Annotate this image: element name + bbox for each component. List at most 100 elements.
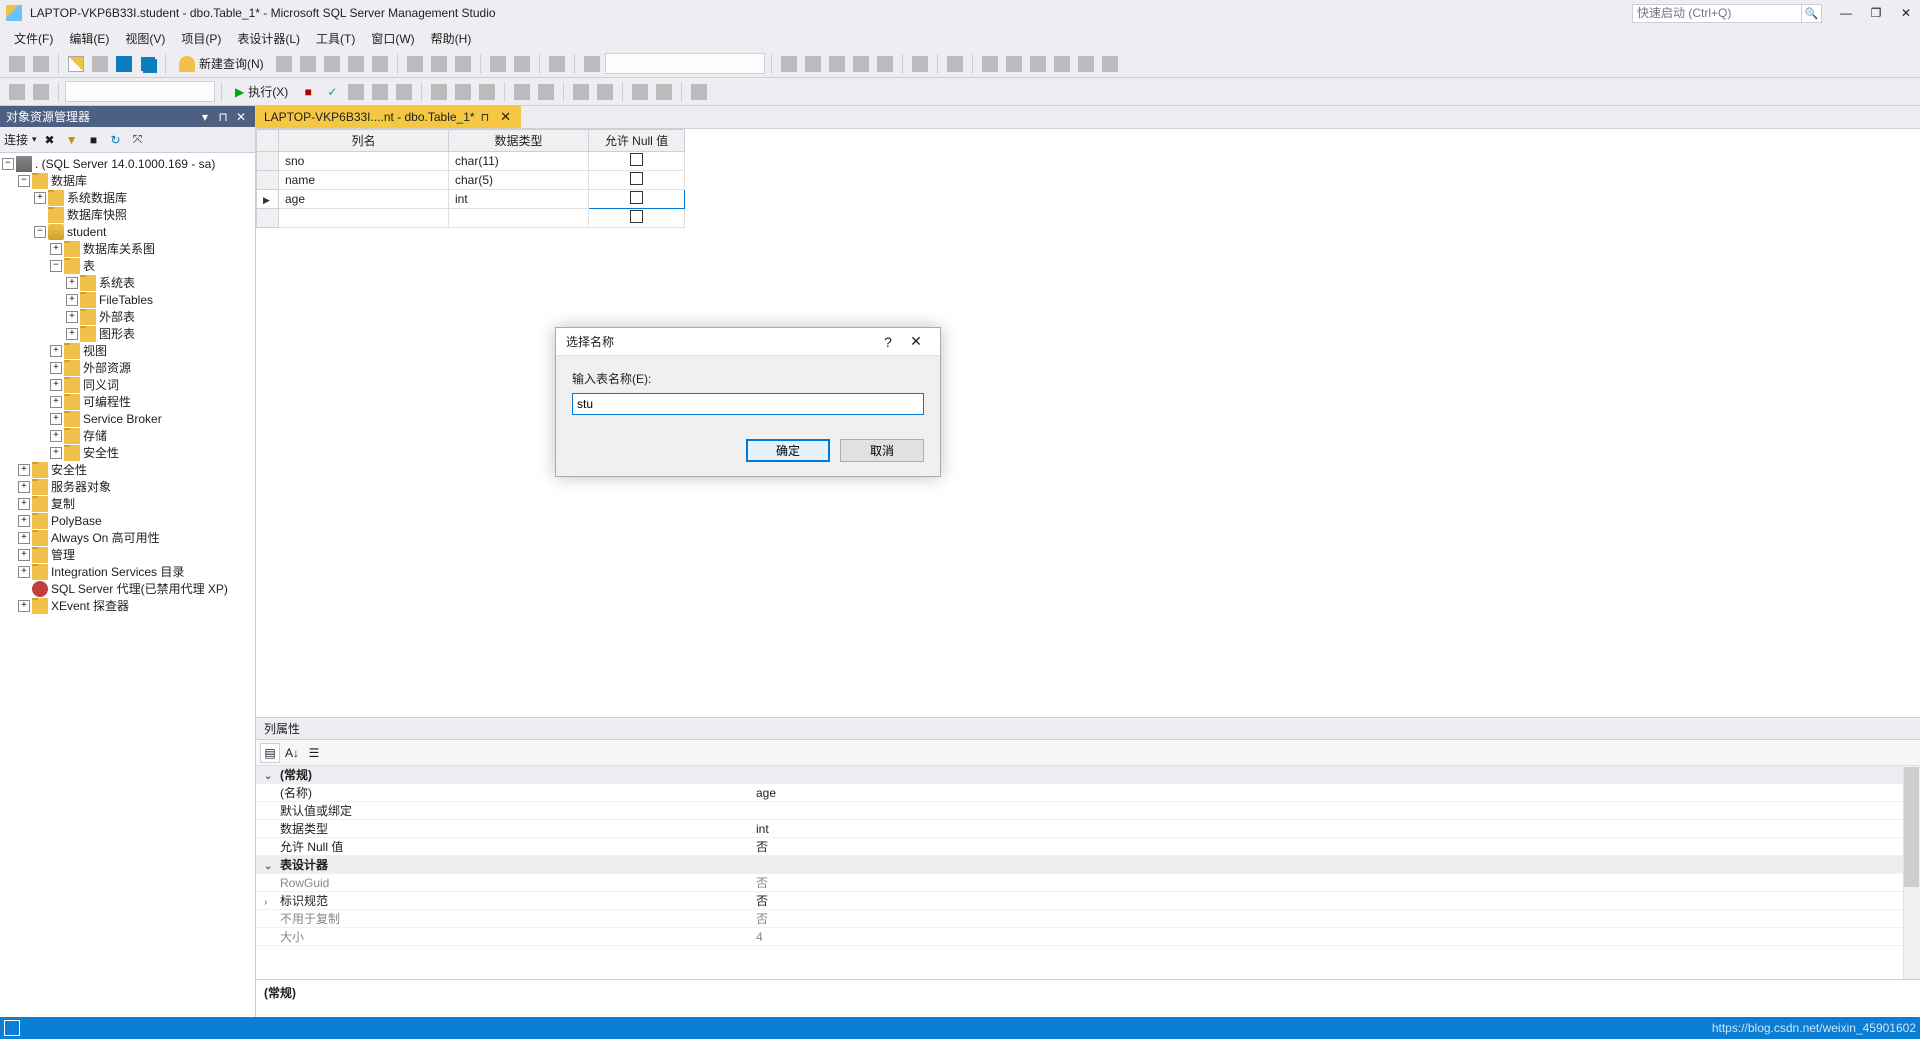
- prop-row[interactable]: 不用于复制否: [256, 910, 1920, 928]
- ok-button[interactable]: 确定: [746, 439, 830, 462]
- minimize-button[interactable]: —: [1838, 5, 1854, 21]
- table-name-input[interactable]: [572, 393, 924, 415]
- column-row[interactable]: sno char(11): [257, 152, 685, 171]
- tree-server-root[interactable]: −. (SQL Server 14.0.1000.169 - sa): [0, 155, 255, 172]
- parse-button[interactable]: ✓: [321, 81, 343, 103]
- redo-button[interactable]: [511, 53, 533, 75]
- tb2-icon-15[interactable]: [688, 81, 710, 103]
- tree-db-student[interactable]: −student: [0, 223, 255, 240]
- tb2-icon-13[interactable]: [629, 81, 651, 103]
- checkbox-nulls[interactable]: [630, 172, 643, 185]
- tb-icon-17[interactable]: [1027, 53, 1049, 75]
- prop-row[interactable]: 允许 Null 值否: [256, 838, 1920, 856]
- tree-databases[interactable]: −数据库: [0, 172, 255, 189]
- tb-icon-14[interactable]: [944, 53, 966, 75]
- tree-xevent[interactable]: +XEvent 探查器: [0, 597, 255, 614]
- panel-dropdown-icon[interactable]: ▾: [197, 109, 213, 125]
- prop-row[interactable]: ›标识规范否: [256, 892, 1920, 910]
- tb-icon-15[interactable]: [979, 53, 1001, 75]
- close-button[interactable]: ✕: [1898, 5, 1914, 21]
- checkbox-nulls[interactable]: [630, 191, 643, 204]
- column-row[interactable]: name char(5): [257, 171, 685, 190]
- tree-service-broker[interactable]: +Service Broker: [0, 410, 255, 427]
- col-header-nulls[interactable]: 允许 Null 值: [589, 130, 685, 152]
- nav-back-button[interactable]: [6, 53, 28, 75]
- tb-icon-13[interactable]: [909, 53, 931, 75]
- tb2-icon-7[interactable]: [452, 81, 474, 103]
- oe-filter-icon[interactable]: ▼: [63, 131, 81, 149]
- properties-page-button[interactable]: ☰: [304, 743, 324, 763]
- prop-group-general[interactable]: ⌄(常规): [256, 766, 1920, 784]
- oe-refresh-icon[interactable]: ↻: [107, 131, 125, 149]
- col-header-datatype[interactable]: 数据类型: [449, 130, 589, 152]
- tree-tables[interactable]: −表: [0, 257, 255, 274]
- tree-always-on[interactable]: +Always On 高可用性: [0, 529, 255, 546]
- tb2-icon-5[interactable]: [393, 81, 415, 103]
- tb-icon-7[interactable]: [581, 53, 603, 75]
- tree-polybase[interactable]: +PolyBase: [0, 512, 255, 529]
- menu-tools[interactable]: 工具(T): [308, 26, 363, 50]
- new-item-button[interactable]: [65, 53, 87, 75]
- properties-scrollbar[interactable]: [1903, 766, 1920, 979]
- tb-icon-11[interactable]: [850, 53, 872, 75]
- menu-help[interactable]: 帮助(H): [423, 26, 480, 50]
- prop-group-designer[interactable]: ⌄表设计器: [256, 856, 1920, 874]
- tb-icon-10[interactable]: [826, 53, 848, 75]
- menu-view[interactable]: 视图(V): [117, 26, 173, 50]
- cut-button[interactable]: [404, 53, 426, 75]
- tb2-icon-8[interactable]: [476, 81, 498, 103]
- nav-forward-button[interactable]: [30, 53, 52, 75]
- oe-search-icon[interactable]: ⤧: [129, 131, 147, 149]
- new-query-button[interactable]: 新建查询(N): [172, 53, 271, 75]
- tb-icon-5[interactable]: [369, 53, 391, 75]
- tree-integration-services[interactable]: +Integration Services 目录: [0, 563, 255, 580]
- tb-icon-8[interactable]: [778, 53, 800, 75]
- panel-close-icon[interactable]: ✕: [233, 109, 249, 125]
- tab-table-designer[interactable]: LAPTOP-VKP6B33I....nt - dbo.Table_1* ⊓ ✕: [256, 105, 521, 128]
- prop-row[interactable]: 大小4: [256, 928, 1920, 946]
- oe-disconnect-icon[interactable]: ✖: [41, 131, 59, 149]
- dialog-help-button[interactable]: ?: [874, 332, 902, 352]
- tree-server-objects[interactable]: +服务器对象: [0, 478, 255, 495]
- tb-icon-2[interactable]: [297, 53, 319, 75]
- tree-management[interactable]: +管理: [0, 546, 255, 563]
- menu-project[interactable]: 项目(P): [173, 26, 229, 50]
- menu-edit[interactable]: 编辑(E): [61, 26, 117, 50]
- stop-button[interactable]: ■: [297, 81, 319, 103]
- tb-icon-9[interactable]: [802, 53, 824, 75]
- oe-stop-icon[interactable]: ■: [85, 131, 103, 149]
- execute-button[interactable]: ▶执行(X): [228, 81, 295, 103]
- undo-button[interactable]: [487, 53, 509, 75]
- tb-icon-16[interactable]: [1003, 53, 1025, 75]
- tree-replication[interactable]: +复制: [0, 495, 255, 512]
- cancel-button[interactable]: 取消: [840, 439, 924, 462]
- panel-pin-icon[interactable]: ⊓: [215, 109, 231, 125]
- maximize-button[interactable]: ❐: [1868, 5, 1884, 21]
- tree-views[interactable]: +视图: [0, 342, 255, 359]
- tree-programmability[interactable]: +可编程性: [0, 393, 255, 410]
- tb-icon-19[interactable]: [1075, 53, 1097, 75]
- tree-graph-tables[interactable]: +图形表: [0, 325, 255, 342]
- tree-synonyms[interactable]: +同义词: [0, 376, 255, 393]
- tb-icon-18[interactable]: [1051, 53, 1073, 75]
- tb2-icon-9[interactable]: [511, 81, 533, 103]
- tb2-icon-11[interactable]: [570, 81, 592, 103]
- prop-row[interactable]: RowGuid否: [256, 874, 1920, 892]
- menu-table-designer[interactable]: 表设计器(L): [229, 26, 308, 50]
- tb2-icon-4[interactable]: [369, 81, 391, 103]
- checkbox-nulls[interactable]: [630, 210, 643, 223]
- column-row-selected[interactable]: age int: [257, 190, 685, 209]
- open-button[interactable]: [89, 53, 111, 75]
- prop-row[interactable]: (名称)age: [256, 784, 1920, 802]
- tb2-icon-3[interactable]: [345, 81, 367, 103]
- tb2-icon-1[interactable]: [6, 81, 28, 103]
- tree-file-tables[interactable]: +FileTables: [0, 291, 255, 308]
- save-button[interactable]: [113, 53, 135, 75]
- paste-button[interactable]: [452, 53, 474, 75]
- tb-icon-4[interactable]: [345, 53, 367, 75]
- tb-icon-1[interactable]: [273, 53, 295, 75]
- pin-icon[interactable]: ⊓: [481, 111, 493, 123]
- checkbox-nulls[interactable]: [630, 153, 643, 166]
- tree-external-resources[interactable]: +外部资源: [0, 359, 255, 376]
- tree-storage[interactable]: +存储: [0, 427, 255, 444]
